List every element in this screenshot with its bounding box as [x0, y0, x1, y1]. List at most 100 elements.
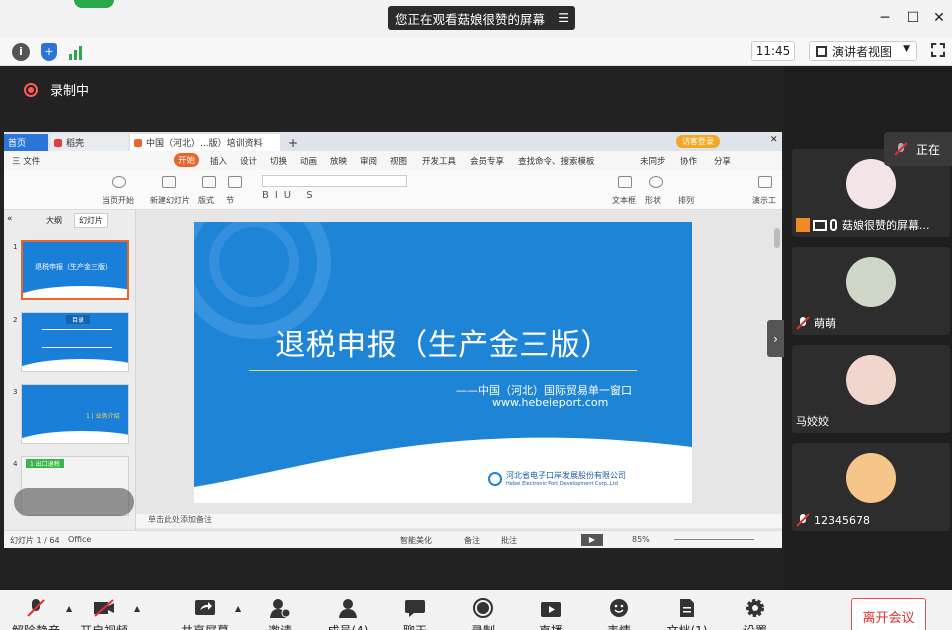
- menu-slideshow[interactable]: 放映: [330, 155, 347, 167]
- video-off-icon: [94, 599, 114, 617]
- unmute-button[interactable]: 解除静音: [6, 590, 66, 630]
- wps-close-icon[interactable]: ✕: [770, 135, 778, 145]
- zoom-level: 85%: [632, 535, 650, 544]
- share-screen-button[interactable]: 共享屏幕: [175, 590, 235, 630]
- view-mode-dropdown[interactable]: 演讲者视图 ▼: [809, 41, 917, 61]
- chevron-up-icon[interactable]: ▲: [134, 604, 140, 613]
- menu-start[interactable]: 开始: [174, 153, 200, 167]
- thumb-number: 2: [13, 316, 18, 324]
- menu-insert[interactable]: 插入: [210, 155, 227, 167]
- menu-transition[interactable]: 切换: [270, 155, 287, 167]
- slide-thumbnail-2[interactable]: 目录: [21, 312, 129, 372]
- menu-file[interactable]: 三 文件: [12, 155, 40, 167]
- layout-icon: [816, 46, 827, 57]
- floating-tools[interactable]: [14, 488, 134, 516]
- tab-document[interactable]: 中国（河北）...版）培训资料: [130, 134, 280, 151]
- mic-muted-icon: [894, 142, 908, 156]
- layout-icon[interactable]: [202, 176, 216, 188]
- participant-name: 12345678: [796, 513, 870, 527]
- reactions-button[interactable]: 表情: [589, 590, 649, 630]
- ribbon-present-tools[interactable]: 演示工: [752, 195, 776, 206]
- shape-icon[interactable]: [649, 176, 663, 188]
- thumb-title: 目录: [66, 315, 91, 324]
- chevron-up-icon[interactable]: ▲: [66, 604, 72, 613]
- textbox-icon[interactable]: [618, 176, 632, 188]
- ribbon-play-from-current[interactable]: 当页开始: [102, 195, 134, 206]
- participants-button[interactable]: 成员(4): [318, 590, 378, 630]
- panel-collapse-button[interactable]: ›: [767, 320, 784, 357]
- leave-meeting-button[interactable]: 离开会议: [851, 598, 926, 630]
- menu-review[interactable]: 审阅: [360, 155, 377, 167]
- play-icon[interactable]: [112, 176, 126, 188]
- section-icon[interactable]: [228, 176, 242, 188]
- present-icon[interactable]: [758, 176, 772, 188]
- app-logo: [74, 0, 114, 8]
- menu-share[interactable]: 分享: [714, 155, 731, 167]
- ribbon-new-slide[interactable]: 新建幻灯片: [150, 195, 190, 206]
- documents-button[interactable]: 文档(1): [657, 590, 717, 630]
- menu-animation[interactable]: 动画: [300, 155, 317, 167]
- signal-icon[interactable]: [68, 44, 86, 60]
- avatar: [846, 355, 896, 405]
- slide-thumbnail-3[interactable]: 1 | 业务介绍: [21, 384, 129, 444]
- menu-search[interactable]: 查找命令、搜索模板: [518, 155, 595, 167]
- ribbon-arrange[interactable]: 排列: [678, 195, 694, 206]
- chat-button[interactable]: 聊天: [385, 590, 445, 630]
- mic-muted-icon: [27, 599, 45, 617]
- pane-tab-outline[interactable]: 大纲: [46, 215, 62, 226]
- play-button[interactable]: ▶: [581, 534, 603, 546]
- chevron-right-icon: ›: [773, 331, 778, 346]
- pane-tab-slides[interactable]: 幻灯片: [74, 213, 108, 228]
- fullscreen-icon[interactable]: [931, 43, 945, 57]
- live-button[interactable]: 直播: [521, 590, 581, 630]
- smart-beautify[interactable]: 智能美化: [400, 535, 432, 546]
- format-buttons[interactable]: BIU S: [262, 190, 319, 201]
- minimize-icon[interactable]: ─: [876, 10, 894, 26]
- viewing-banner[interactable]: 您正在观看菇娘很赞的屏幕 ☰: [388, 6, 575, 30]
- participant-card-2[interactable]: 萌萌: [792, 247, 950, 335]
- chat-icon: [405, 600, 425, 617]
- participant-name: 马姣姣: [796, 415, 829, 428]
- comment-toggle[interactable]: 批注: [501, 535, 517, 546]
- ribbon-layout[interactable]: 版式: [198, 195, 214, 206]
- ribbon-shape[interactable]: 形状: [645, 195, 661, 206]
- remark-toggle[interactable]: 备注: [464, 535, 480, 546]
- menu-design[interactable]: 设计: [240, 155, 257, 167]
- record-button[interactable]: 录制: [453, 590, 513, 630]
- tab-docer[interactable]: 稻壳: [50, 134, 128, 151]
- tab-home[interactable]: 首页: [4, 134, 48, 151]
- new-slide-icon[interactable]: [162, 176, 176, 188]
- font-size-box[interactable]: [262, 175, 407, 187]
- participant-card-4[interactable]: 12345678: [792, 443, 950, 531]
- current-slide[interactable]: 退税申报（生产金三版） ——中国（河北）国际贸易单一窗口 www.hebeiep…: [194, 222, 692, 503]
- pane-collapse-icon[interactable]: «: [7, 214, 13, 224]
- notes-area[interactable]: 单击此处添加备注: [136, 514, 782, 528]
- menu-devtools[interactable]: 开发工具: [422, 155, 456, 167]
- start-video-button[interactable]: 开启视频: [74, 590, 134, 630]
- slide-thumbnail-1[interactable]: 退税申报（生产金三版）: [21, 240, 129, 300]
- live-icon: [541, 602, 561, 617]
- shield-icon[interactable]: +: [41, 43, 57, 61]
- chevron-up-icon[interactable]: ▲: [235, 604, 241, 613]
- menu-collab[interactable]: 协作: [680, 155, 697, 167]
- new-tab-icon[interactable]: +: [284, 134, 298, 151]
- settings-button[interactable]: 设置: [725, 590, 785, 630]
- menu-sync[interactable]: 未同步: [640, 155, 666, 167]
- ribbon-section[interactable]: 节: [226, 195, 234, 206]
- ribbon-textbox[interactable]: 文本框: [612, 195, 636, 206]
- maximize-icon[interactable]: ☐: [904, 10, 922, 26]
- invite-button[interactable]: 邀请: [250, 590, 310, 630]
- vertical-scrollbar[interactable]: [774, 228, 780, 248]
- wps-presentation-window: 首页 稻壳 中国（河北）...版）培训资料 + 访客登录 ✕ 三 文件 开始 插…: [4, 132, 782, 548]
- menu-icon[interactable]: ☰: [558, 11, 569, 25]
- close-icon[interactable]: ✕: [930, 10, 948, 26]
- users-icon: [339, 599, 357, 618]
- zoom-slider[interactable]: [674, 539, 754, 540]
- talking-indicator: 正在: [884, 132, 952, 166]
- theme-name: Office: [68, 535, 92, 544]
- participant-card-3[interactable]: 马姣姣: [792, 345, 950, 433]
- info-icon[interactable]: i: [12, 43, 30, 61]
- menu-member[interactable]: 会员专享: [470, 155, 504, 167]
- menu-view[interactable]: 视图: [390, 155, 407, 167]
- login-badge[interactable]: 访客登录: [676, 135, 720, 148]
